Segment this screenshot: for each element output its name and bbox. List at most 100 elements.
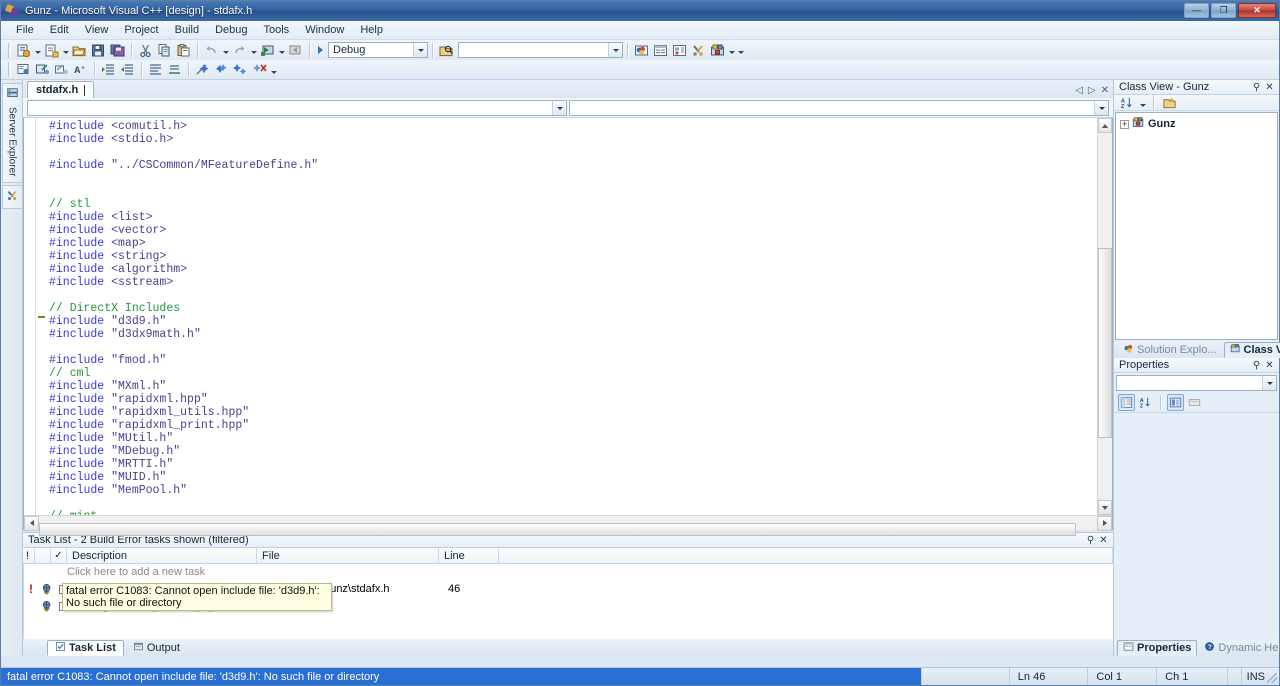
property-events-button[interactable] [1186, 394, 1203, 411]
comment-icon[interactable] [33, 61, 52, 79]
menu-help[interactable]: Help [352, 22, 391, 38]
tab-class-view[interactable]: Class View [1223, 342, 1280, 358]
chevron-down-icon[interactable] [1094, 101, 1108, 115]
save-icon[interactable] [89, 41, 108, 59]
menu-project[interactable]: Project [116, 22, 166, 38]
tab-close-icon[interactable]: ✕ [1101, 86, 1109, 96]
chevron-down-icon[interactable] [413, 43, 427, 57]
column-description[interactable]: Description [67, 548, 257, 563]
property-pages-button[interactable] [1167, 394, 1184, 411]
navigate-backward-dropdown[interactable] [277, 41, 286, 59]
sidebar-item-server-explorer[interactable]: Server Explorer [1, 83, 22, 184]
column-file[interactable]: File [257, 548, 439, 563]
font-size-icon[interactable]: A + [71, 61, 90, 79]
pin-icon[interactable]: ⚲ [1250, 359, 1263, 372]
cut-icon[interactable] [136, 41, 155, 59]
resize-grip[interactable] [1265, 668, 1279, 685]
close-button[interactable]: ✕ [1238, 3, 1276, 18]
tree-node-gunz[interactable]: + Gunz [1116, 113, 1277, 132]
horizontal-scroll-thumb[interactable] [39, 523, 1076, 536]
object-browser-icon[interactable] [670, 41, 689, 59]
find-in-files-icon[interactable] [437, 41, 456, 59]
toolbox-icon[interactable] [689, 41, 708, 59]
next-bookmark-icon[interactable] [193, 61, 212, 79]
toolbar-overflow-dropdown[interactable] [736, 41, 745, 59]
properties-object-selector[interactable] [1116, 375, 1277, 391]
scroll-left-button[interactable] [24, 515, 39, 531]
class-view-tree[interactable]: + Gunz [1115, 112, 1278, 340]
close-icon[interactable]: ✕ [1263, 81, 1276, 94]
alphabetical-button[interactable]: A Z [1137, 394, 1154, 411]
open-file-icon[interactable] [70, 41, 89, 59]
column-checkbox[interactable]: ✓ [51, 548, 67, 563]
indent-icon[interactable] [99, 61, 118, 79]
toolbar-grip[interactable] [8, 42, 11, 58]
navigate-forward-icon[interactable] [286, 41, 305, 59]
delete-bookmark-icon[interactable] [250, 61, 269, 79]
undo-icon[interactable] [202, 41, 221, 59]
tab-solution-explorer[interactable]: Solution Explo... [1117, 342, 1223, 358]
window-layout-dropdown[interactable] [727, 41, 736, 59]
scroll-right-button[interactable] [1097, 515, 1112, 531]
new-project-icon[interactable] [42, 41, 61, 59]
editor-vertical-scrollbar[interactable] [1097, 118, 1112, 515]
navigate-backward-icon[interactable] [258, 41, 277, 59]
save-all-icon[interactable] [108, 41, 127, 59]
start-debug-icon[interactable] [318, 46, 323, 54]
objects-combo[interactable] [27, 100, 567, 116]
toggle-bookmark-icon[interactable] [14, 61, 33, 79]
fold-marker[interactable] [38, 316, 45, 318]
sort-dropdown[interactable] [1138, 94, 1147, 112]
close-icon[interactable]: ✕ [1263, 359, 1276, 372]
redo-dropdown[interactable] [249, 41, 258, 59]
tab-next-icon[interactable]: ▷ [1088, 86, 1096, 96]
new-task-row[interactable]: Click here to add a new task [24, 564, 1113, 580]
expander-icon[interactable]: + [1120, 119, 1129, 129]
tab-dynamic-help[interactable]: ? Dynamic Help [1198, 640, 1280, 656]
menu-edit[interactable]: Edit [42, 22, 77, 38]
new-project-dropdown[interactable] [61, 41, 70, 59]
new-item-dropdown[interactable] [33, 41, 42, 59]
categorized-button[interactable] [1118, 394, 1135, 411]
scroll-down-button[interactable] [1098, 500, 1112, 515]
outdent-icon[interactable] [118, 61, 137, 79]
chevron-down-icon[interactable] [1262, 376, 1276, 390]
pin-icon[interactable]: ⚲ [1084, 534, 1097, 547]
menu-view[interactable]: View [77, 22, 117, 38]
properties-grid[interactable] [1114, 413, 1279, 639]
new-item-icon[interactable] [14, 41, 33, 59]
uncomment-icon[interactable] [52, 61, 71, 79]
text-toolbar-overflow-dropdown[interactable] [269, 61, 278, 79]
copy-icon[interactable] [155, 41, 174, 59]
menu-build[interactable]: Build [167, 22, 207, 38]
new-folder-icon[interactable] [1160, 94, 1179, 112]
menu-file[interactable]: File [8, 22, 42, 38]
menu-debug[interactable]: Debug [207, 22, 255, 38]
align-icon[interactable] [165, 61, 184, 79]
outlining-margin[interactable] [36, 118, 47, 515]
column-extra[interactable] [499, 548, 1113, 563]
chevron-down-icon[interactable] [608, 43, 622, 57]
close-icon[interactable]: ✕ [1097, 534, 1110, 547]
solution-config-combo[interactable]: Debug [328, 42, 428, 58]
toolbar-grip[interactable] [8, 62, 11, 77]
maximize-button[interactable]: ❐ [1211, 3, 1236, 18]
tab-prev-icon[interactable]: ◁ [1075, 86, 1083, 96]
paste-icon[interactable] [174, 41, 193, 59]
menu-tools[interactable]: Tools [256, 22, 298, 38]
code-editor[interactable]: #include <comutil.h> #include <stdio.h> #… [23, 118, 1113, 515]
sidebar-item-toolbox[interactable] [1, 185, 22, 210]
tab-task-list[interactable]: Task List [47, 639, 124, 656]
task-list-rows[interactable]: Click here to add a new task ! 46 fatal … [23, 564, 1113, 639]
chevron-down-icon[interactable] [552, 101, 566, 115]
pin-icon[interactable]: ⚲ [1250, 81, 1263, 94]
undo-dropdown[interactable] [221, 41, 230, 59]
find-combo[interactable] [458, 42, 623, 58]
class-view-icon[interactable] [708, 41, 727, 59]
minimize-button[interactable]: — [1184, 3, 1209, 18]
menu-window[interactable]: Window [297, 22, 352, 38]
clear-bookmarks-icon[interactable] [231, 61, 250, 79]
tab-properties[interactable]: Properties [1117, 640, 1198, 656]
vertical-scroll-thumb[interactable] [1098, 248, 1112, 438]
tab-stdafx-h[interactable]: stdafx.h [27, 81, 95, 98]
